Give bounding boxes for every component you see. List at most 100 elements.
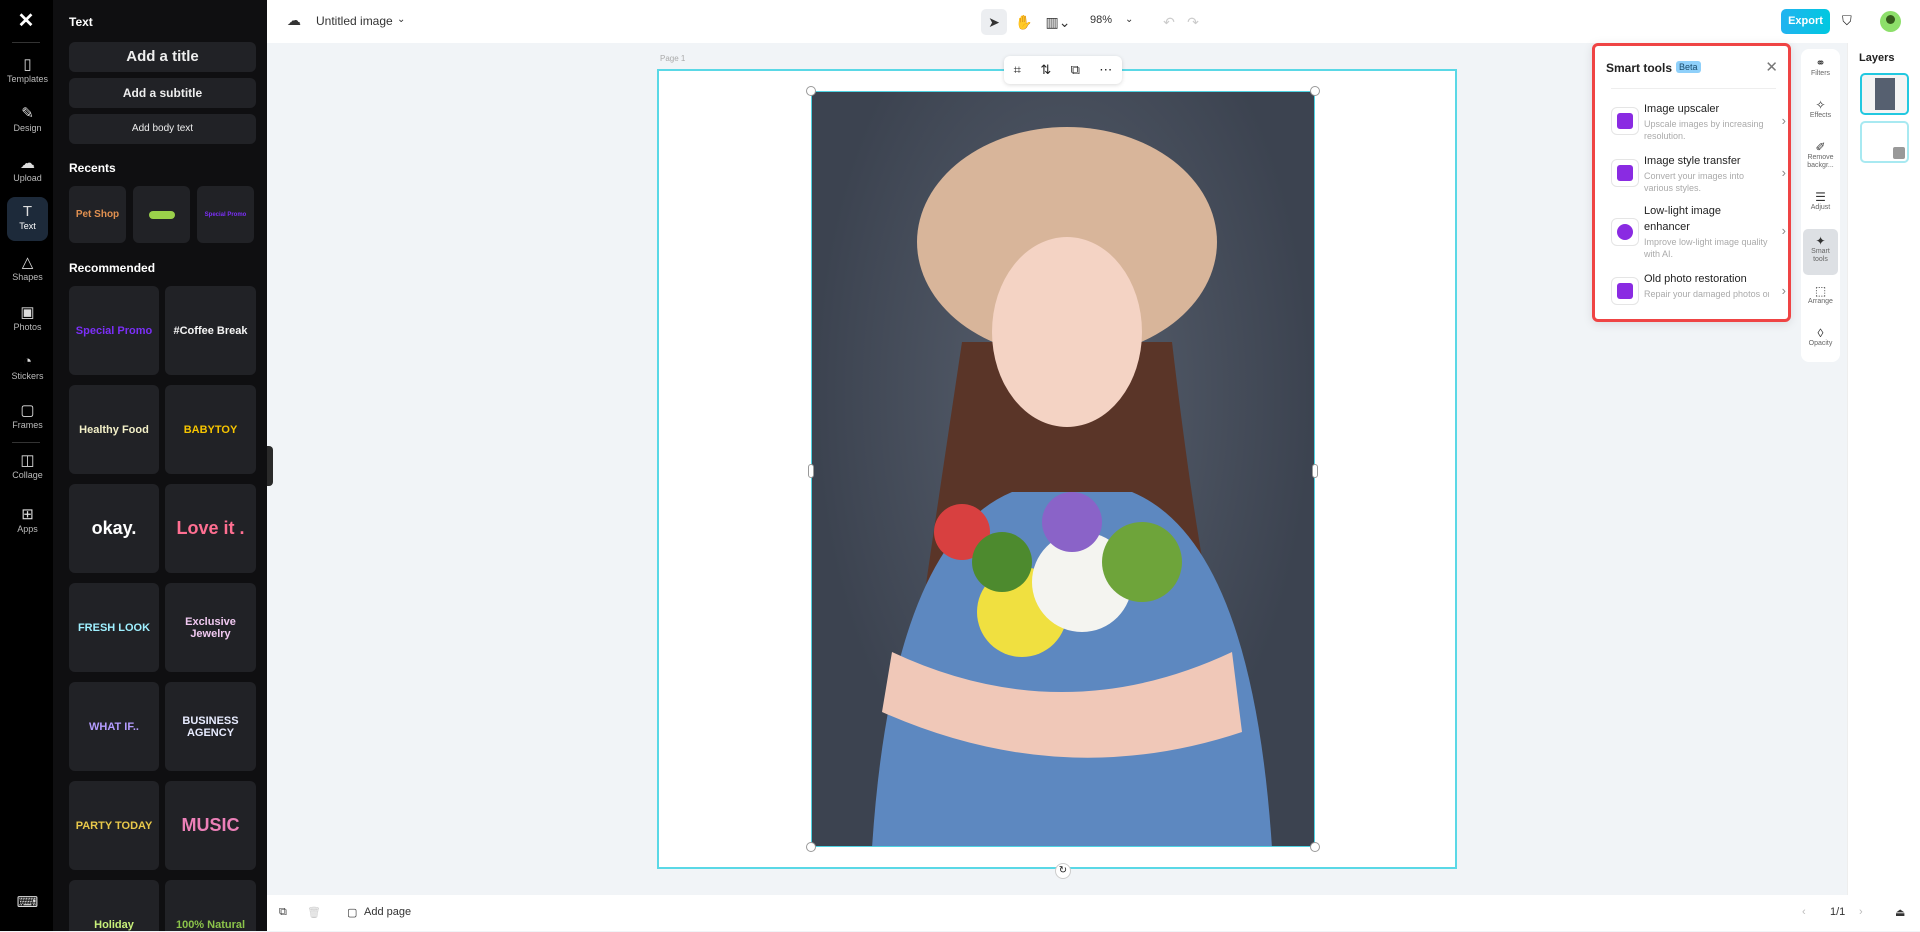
strip-adjust[interactable]: ☰ Adjust <box>1803 185 1838 227</box>
magic-wand-icon: ✦ <box>1815 234 1826 248</box>
layers-title: Layers <box>1859 52 1895 64</box>
add-page-button[interactable]: Add page <box>364 906 411 918</box>
resize-handle[interactable] <box>1312 464 1318 478</box>
zoom-chevron-icon[interactable]: ⌄ <box>1125 14 1133 25</box>
rail-item-design[interactable]: ✎ Design <box>7 99 48 143</box>
recommended-text-style[interactable]: MUSIC <box>165 781 256 870</box>
strip-opacity[interactable]: ◊ Opacity <box>1803 321 1838 363</box>
page-copy-icon[interactable]: ⧉ <box>279 906 287 919</box>
rotate-handle-icon[interactable]: ↻ <box>1055 863 1071 879</box>
layer-background-thumbnail[interactable] <box>1860 121 1909 163</box>
add-title-button[interactable]: Add a title <box>69 42 256 72</box>
recent-pet-shop[interactable]: Pet Shop <box>69 186 126 243</box>
layout-menu-icon[interactable]: ▥⌄ <box>1041 9 1075 35</box>
frames-icon: ▢ <box>20 402 35 419</box>
resize-handle[interactable] <box>1310 86 1320 96</box>
resize-handle[interactable] <box>806 86 816 96</box>
rail-item-apps[interactable]: ⊞ Apps <box>7 500 48 544</box>
rail-item-photos[interactable]: ▣ Photos <box>7 298 48 342</box>
recent-special-promo[interactable]: Special Promo <box>197 186 254 243</box>
strip-label: Adjust <box>1810 204 1831 211</box>
smart-tool-image-style-transfer[interactable]: Image style transfer Convert your images… <box>1611 153 1786 208</box>
undo-icon[interactable]: ↶ <box>1156 9 1182 35</box>
shapes-icon: △ <box>21 254 34 271</box>
strip-filters[interactable]: ⚭ Filters <box>1803 51 1838 93</box>
chevron-right-icon: › <box>1781 165 1786 180</box>
smart-tool-old-photo-restoration[interactable]: Old photo restoration Repair your damage… <box>1611 271 1786 326</box>
duplicate-icon[interactable]: ⧉ <box>1071 62 1080 78</box>
resize-handle[interactable] <box>808 464 814 478</box>
recommended-text-style[interactable]: 100% Natural <box>165 880 256 931</box>
moon-icon <box>1611 218 1639 246</box>
shield-icon[interactable]: ⛉ <box>1842 13 1852 29</box>
capcut-logo-icon[interactable]: ✕ <box>15 10 37 32</box>
recent-bone-sticker[interactable] <box>133 186 190 243</box>
rail-item-text[interactable]: T Text <box>7 197 48 241</box>
hand-tool-icon[interactable]: ✋ <box>1011 9 1037 35</box>
rail-label: Photos <box>13 322 42 332</box>
tool-desc: Improve low-light image quality with AI. <box>1644 237 1768 259</box>
strip-remove-background[interactable]: ✐ Remove backgr... <box>1803 135 1838 177</box>
crop-icon[interactable]: ⌗ <box>1014 62 1021 78</box>
delete-icon[interactable]: 🗑 <box>307 906 321 919</box>
recommended-text-style[interactable]: Love it . <box>165 484 256 573</box>
recommended-text-style[interactable]: FRESH LOOK <box>69 583 159 672</box>
rail-label: Shapes <box>12 272 43 282</box>
doc-title[interactable]: Untitled image <box>316 14 393 28</box>
resize-handle[interactable] <box>1310 842 1320 852</box>
strip-effects[interactable]: ✧ Effects <box>1803 93 1838 135</box>
redo-icon[interactable]: ↷ <box>1180 9 1206 35</box>
strip-label: Effects <box>1809 112 1832 119</box>
replace-icon[interactable]: ⇅ <box>1040 62 1051 78</box>
canvas-image[interactable] <box>811 91 1315 847</box>
add-subtitle-button[interactable]: Add a subtitle <box>69 78 256 108</box>
keyboard-shortcuts-button[interactable]: ⌨ <box>7 888 48 932</box>
more-icon[interactable]: ⋯ <box>1099 62 1112 78</box>
user-avatar[interactable] <box>1880 11 1901 32</box>
strip-arrange[interactable]: ⬚ Arrange <box>1803 279 1838 321</box>
divider <box>12 42 40 43</box>
resize-handle[interactable] <box>806 842 816 852</box>
recommended-text-style[interactable]: BABYTOY <box>165 385 256 474</box>
next-page-icon[interactable]: › <box>1859 906 1863 918</box>
rail-item-stickers[interactable]: ◔ Stickers <box>7 347 48 391</box>
rail-item-collage[interactable]: ◫ Collage <box>7 446 48 490</box>
pages-panel-icon[interactable]: ⏏ <box>1895 906 1905 919</box>
smart-tool-image-upscaler[interactable]: Image upscaler Upscale images by increas… <box>1611 101 1786 156</box>
close-icon[interactable]: ✕ <box>1765 58 1778 76</box>
collapse-panel-handle[interactable] <box>267 446 273 486</box>
add-page-icon[interactable]: ▢ <box>347 906 357 919</box>
recommended-text-style[interactable]: #Coffee Break <box>165 286 256 375</box>
recommended-text-style[interactable]: WHAT IF.. <box>69 682 159 771</box>
smart-tool-low-light-enhancer[interactable]: Low-light image enhancer Improve low-lig… <box>1611 203 1786 271</box>
recommended-text-style[interactable]: okay. <box>69 484 159 573</box>
recommended-text-style[interactable]: Healthy Food <box>69 385 159 474</box>
chevron-down-icon[interactable]: ⌄ <box>397 14 405 25</box>
rail-item-frames[interactable]: ▢ Frames <box>7 396 48 440</box>
recommended-text-style[interactable]: Exclusive Jewelry <box>165 583 256 672</box>
layer-image-thumbnail[interactable] <box>1860 73 1909 115</box>
smart-tools-panel: Smart tools Beta ✕ Image upscaler Upscal… <box>1592 43 1791 322</box>
prev-page-icon[interactable]: ‹ <box>1802 906 1806 918</box>
select-tool-icon[interactable]: ➤ <box>981 9 1007 35</box>
recommended-text-style[interactable]: BUSINESS AGENCY <box>165 682 256 771</box>
rail-label: Upload <box>13 173 42 183</box>
strip-label: Remove backgr... <box>1807 154 1834 169</box>
recommended-text-style[interactable]: Special Promo <box>69 286 159 375</box>
rail-item-upload[interactable]: ☁ Upload <box>7 149 48 193</box>
strip-label: Opacity <box>1808 340 1833 347</box>
export-button[interactable]: Export <box>1781 9 1830 34</box>
tool-desc: Repair your damaged photos or bring them… <box>1644 289 1769 299</box>
rail-label: Stickers <box>11 371 44 381</box>
rail-label: Collage <box>12 470 43 480</box>
cloud-save-icon[interactable]: ☁ <box>287 12 301 29</box>
tool-name: Image style transfer <box>1644 155 1741 167</box>
zoom-level[interactable]: 98% <box>1090 14 1112 26</box>
recommended-text-style[interactable]: PARTY TODAY <box>69 781 159 870</box>
add-body-text-button[interactable]: Add body text <box>69 114 256 144</box>
recommended-text-style[interactable]: Holiday <box>69 880 159 931</box>
rail-item-templates[interactable]: ▯ Templates <box>7 50 48 94</box>
tool-desc: Upscale images by increasing resolution. <box>1644 119 1764 141</box>
strip-smart-tools[interactable]: ✦ Smart tools <box>1803 229 1838 275</box>
rail-item-shapes[interactable]: △ Shapes <box>7 248 48 292</box>
